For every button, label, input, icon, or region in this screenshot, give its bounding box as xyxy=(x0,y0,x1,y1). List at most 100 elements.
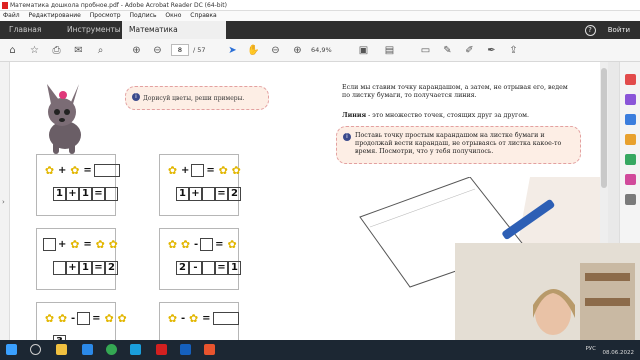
operator: = xyxy=(215,238,224,250)
left-instruction-note: i Дорисуй цветы, реши примеры. xyxy=(125,86,269,110)
tab-tools[interactable]: Инструменты xyxy=(60,21,128,39)
flower-icon: ✿ xyxy=(95,237,105,251)
flower-icon: ✿ xyxy=(227,237,237,251)
math-card-5: ✿✿-=✿✿ 3 xyxy=(36,302,127,340)
powerpoint-icon[interactable] xyxy=(204,344,215,355)
browser-icon[interactable] xyxy=(82,344,93,355)
menu-window[interactable]: Окно xyxy=(165,12,181,19)
account-area: ? Войти xyxy=(584,24,630,36)
cursor-icon[interactable]: ➤ xyxy=(225,43,240,58)
more-tools-icon[interactable] xyxy=(625,194,636,205)
page-down-icon[interactable]: ⊖ xyxy=(150,43,165,58)
page-number-input[interactable]: 8 xyxy=(171,44,189,56)
windows-start-icon[interactable] xyxy=(6,344,17,355)
zoom-level[interactable]: 64,9% xyxy=(311,44,332,56)
math-card-1: ✿ + ✿ = 1 +1 = xyxy=(36,154,120,216)
number-cell xyxy=(202,187,215,201)
operator: + xyxy=(181,164,190,176)
star-icon[interactable]: ☆ xyxy=(27,43,42,58)
menu-sign[interactable]: Подпись xyxy=(130,12,157,19)
flower-icon: ✿ xyxy=(218,163,228,177)
tab-home[interactable]: Главная xyxy=(2,21,48,39)
hand-icon[interactable]: ✋ xyxy=(246,43,261,58)
home-icon[interactable]: ⌂ xyxy=(5,43,20,58)
edit-pdf-icon[interactable] xyxy=(625,114,636,125)
empty-box xyxy=(43,237,56,251)
menu-bar: Файл Редактирование Просмотр Подпись Окн… xyxy=(0,11,640,21)
menu-help[interactable]: Справка xyxy=(190,12,216,19)
number-cell: = xyxy=(92,187,105,201)
operator: + xyxy=(58,238,67,250)
line-def-text: - это множество точек, стоящих друг за д… xyxy=(366,112,530,119)
flower-icon: ✿ xyxy=(104,311,114,325)
comment-icon[interactable]: ▭ xyxy=(418,43,433,58)
picture-row: + ✿ = ✿ ✿ xyxy=(43,237,120,251)
skype-icon[interactable] xyxy=(130,344,141,355)
number-cell: 1 xyxy=(79,187,92,201)
number-cell: 2 xyxy=(176,261,189,275)
info-icon: i xyxy=(132,93,140,101)
scrollbar-thumb[interactable] xyxy=(601,68,607,188)
flower-icon: ✿ xyxy=(180,237,191,251)
operator: - xyxy=(71,312,76,324)
mail-icon[interactable]: ✉ xyxy=(71,43,86,58)
word-icon[interactable] xyxy=(180,344,191,355)
page-up-icon[interactable]: ⊕ xyxy=(129,43,144,58)
picture-row: ✿ + ✿ = xyxy=(43,163,120,177)
title-bar: Математика дошкола пробное.pdf - Adobe A… xyxy=(0,0,640,11)
sign-icon[interactable]: ✒ xyxy=(484,43,499,58)
left-panel-toggle[interactable]: › xyxy=(0,62,10,340)
clock-date[interactable]: 08.06.2022 xyxy=(603,350,635,356)
right-instruction-note: i Поставь точку простым карандашом на ли… xyxy=(336,126,581,164)
help-icon[interactable]: ? xyxy=(584,25,596,36)
fill-sign-icon[interactable] xyxy=(625,174,636,185)
rotate-icon[interactable]: ▤ xyxy=(382,43,397,58)
search-icon[interactable]: ⌕ xyxy=(93,43,108,58)
menu-view[interactable]: Просмотр xyxy=(90,12,121,19)
number-row: 1 +1 = xyxy=(53,187,118,201)
presenter-video xyxy=(455,243,640,350)
number-cell: + xyxy=(66,261,79,275)
math-card-2: ✿ + = ✿ ✿ 1 + = 2 xyxy=(159,154,241,216)
flower-icon: ✿ xyxy=(44,311,55,325)
picture-row: ✿ + = ✿ ✿ xyxy=(166,163,243,177)
number-row: 1 + = 2 xyxy=(176,187,241,201)
print-icon[interactable]: ⎙ xyxy=(49,43,64,58)
acrobat-taskbar-icon[interactable] xyxy=(156,344,167,355)
math-card-6: ✿ - ✿ = xyxy=(159,302,239,340)
organize-icon[interactable] xyxy=(625,154,636,165)
language-indicator[interactable]: РУС xyxy=(585,346,596,352)
draw-icon[interactable]: ✐ xyxy=(462,43,477,58)
chrome-icon[interactable] xyxy=(106,344,117,355)
operator: = xyxy=(202,312,211,324)
create-pdf-icon[interactable] xyxy=(625,94,636,105)
operator: - xyxy=(194,238,199,250)
operator: = xyxy=(83,238,92,250)
number-cell xyxy=(53,261,66,275)
zoom-in-icon[interactable]: ⊕ xyxy=(290,43,305,58)
share-icon[interactable]: ⇪ xyxy=(506,43,521,58)
signin-button[interactable]: Войти xyxy=(608,26,630,34)
highlight-icon[interactable]: ✎ xyxy=(440,43,455,58)
menu-file[interactable]: Файл xyxy=(3,12,20,19)
fit-page-icon[interactable]: ▣ xyxy=(356,43,371,58)
menu-edit[interactable]: Редактирование xyxy=(29,12,81,19)
number-cell: 1 xyxy=(79,261,92,275)
number-cell: = xyxy=(215,261,228,275)
operator: - xyxy=(181,312,186,324)
zoom-out-icon[interactable]: ⊖ xyxy=(268,43,283,58)
number-cell: - xyxy=(189,261,202,275)
line-term: Линия xyxy=(342,112,367,119)
empty-box xyxy=(191,163,205,177)
number-cell: = xyxy=(92,261,105,275)
flower-icon: ✿ xyxy=(167,237,178,251)
info-icon: i xyxy=(343,133,351,141)
file-explorer-icon[interactable] xyxy=(56,344,67,355)
tab-document[interactable]: Математика дошк...✕ xyxy=(122,21,226,52)
right-note-text: Поставь точку простым карандашом на лист… xyxy=(355,132,562,155)
export-pdf-icon[interactable] xyxy=(625,74,636,85)
page-total: / 57 xyxy=(193,46,206,54)
search-taskbar-icon[interactable] xyxy=(30,344,41,355)
comment-tool-icon[interactable] xyxy=(625,134,636,145)
chevron-right-icon[interactable]: › xyxy=(2,198,5,206)
